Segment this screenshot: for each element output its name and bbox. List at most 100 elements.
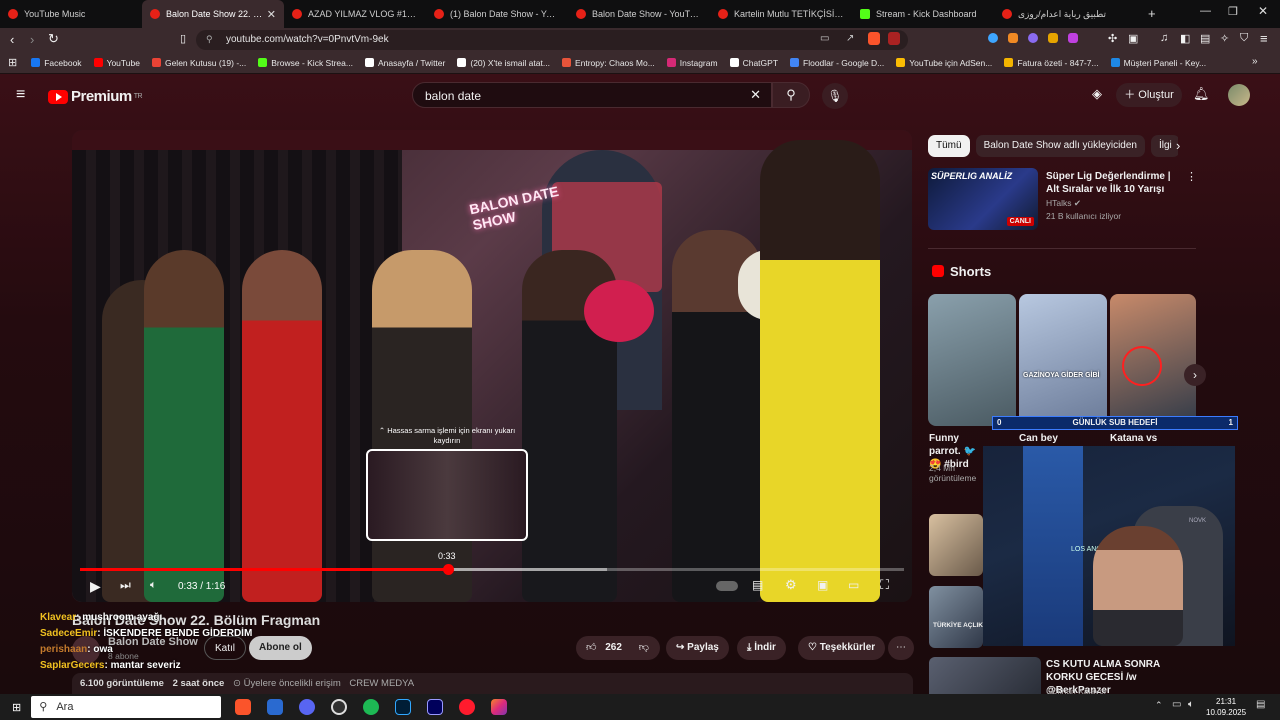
- bookmark-item[interactable]: (20) X'te ismail atat...: [457, 58, 550, 68]
- extensions-puzzle-icon[interactable]: ✣: [1108, 32, 1117, 45]
- share-button[interactable]: ↪ Paylaş: [666, 636, 729, 660]
- menu-icon[interactable]: ≡: [1260, 31, 1268, 46]
- short-title-2[interactable]: Can bey: [1019, 432, 1058, 445]
- maximize-button[interactable]: ❐: [1228, 5, 1238, 18]
- short-thumbnail-3[interactable]: [1110, 294, 1196, 426]
- autoplay-toggle[interactable]: [716, 581, 738, 591]
- opera-app-icon[interactable]: [459, 699, 476, 715]
- bookmark-item[interactable]: Facebook: [31, 58, 82, 68]
- voice-search-button[interactable]: 🎙: [822, 83, 848, 109]
- volume-tray-icon[interactable]: 🔈︎: [1188, 699, 1194, 710]
- side-channel[interactable]: HTalks ✔︎: [1046, 198, 1081, 209]
- leo-icon[interactable]: ✧: [1220, 32, 1229, 45]
- search-button[interactable]: ⚲: [772, 82, 810, 108]
- bookmark-item[interactable]: Instagram: [666, 58, 718, 68]
- side-thumbnail[interactable]: [929, 657, 1041, 694]
- miniplayer-icon[interactable]: ▣: [817, 578, 828, 592]
- bookmark-icon[interactable]: ▯: [180, 32, 186, 45]
- music-icon[interactable]: ♫: [1160, 32, 1168, 44]
- discord-app-icon[interactable]: [299, 699, 316, 715]
- bookmark-item[interactable]: ChatGPT: [729, 58, 778, 68]
- notifications-bell-icon[interactable]: 🔔︎: [1193, 86, 1210, 102]
- extension-icon[interactable]: [1048, 33, 1058, 43]
- short-thumbnail-2[interactable]: GAZİNOYA GİDER GİBİ: [1019, 294, 1107, 426]
- browser-tab[interactable]: YouTube Music: [0, 0, 142, 28]
- side-thumbnail[interactable]: TÜRKİYE AÇLIK: [929, 586, 983, 648]
- more-bookmarks-icon[interactable]: »: [1252, 56, 1258, 67]
- share-url-icon[interactable]: ↗: [846, 33, 854, 44]
- browser-tab[interactable]: AZAD YILMAZ VLOG #1 - YouT: [284, 0, 426, 28]
- brave-app-icon[interactable]: [235, 699, 252, 715]
- bookmark-item[interactable]: Anasayfa / Twitter: [364, 58, 445, 68]
- close-window-button[interactable]: ✕: [1258, 4, 1268, 18]
- filter-chip[interactable]: Balon Date Show adlı yükleyiciden: [975, 135, 1145, 157]
- extension-icon[interactable]: [1028, 33, 1038, 43]
- wallet-icon[interactable]: ▤: [1200, 32, 1210, 45]
- filter-chip[interactable]: Tümü: [928, 135, 970, 157]
- notification-center-icon[interactable]: ▤: [1256, 699, 1265, 710]
- search-input[interactable]: balon date ✕: [412, 82, 772, 108]
- hashtag[interactable]: CREW MEDYA: [349, 678, 414, 689]
- filter-chip[interactable]: İlgi: [1151, 135, 1178, 157]
- photoshop-app-icon[interactable]: [395, 699, 412, 715]
- bookmark-item[interactable]: Gelen Kutusu (19) -...: [151, 58, 246, 68]
- chips-next-icon[interactable]: ›: [1176, 138, 1180, 153]
- bookmark-item[interactable]: Müşteri Paneli - Key...: [1110, 58, 1206, 68]
- fullscreen-icon[interactable]: ⛶: [880, 577, 889, 593]
- apps-grid-icon[interactable]: ⊞: [8, 56, 17, 69]
- subtitles-icon[interactable]: ▤: [752, 578, 763, 592]
- reload-icon[interactable]: ↻: [48, 31, 59, 47]
- thanks-button[interactable]: ♡ Teşekkürler: [798, 636, 886, 660]
- site-info-icon[interactable]: ⚲: [206, 34, 213, 45]
- screenshot-icon[interactable]: ▣: [1128, 32, 1138, 45]
- like-icon[interactable]: 👍︎: [586, 642, 596, 653]
- bookmark-item[interactable]: Floodlar - Google D...: [790, 58, 884, 68]
- settings-gear-icon[interactable]: ⚙: [785, 577, 797, 593]
- forward-icon[interactable]: ›: [30, 32, 34, 47]
- taskbar-search[interactable]: ⚲ Ara: [31, 696, 222, 718]
- url-field[interactable]: ⚲ youtube.com/watch?v=0PnvtVm-9ek ▭ ↗: [196, 30, 908, 50]
- more-actions-button[interactable]: ⋯: [888, 636, 914, 660]
- browser-tab[interactable]: Stream - Kick Dashboard: [852, 0, 994, 28]
- short-thumbnail-1[interactable]: [928, 294, 1016, 426]
- new-tab-button[interactable]: +: [1148, 6, 1156, 21]
- hamburger-menu-icon[interactable]: ≡: [16, 86, 25, 104]
- browser-tab[interactable]: تطبيق رباية اعدام/روزى: [994, 0, 1136, 28]
- sidebar-icon[interactable]: ◧: [1180, 32, 1190, 45]
- browser-tab[interactable]: Balon Date Show 22. Bölüm✕: [142, 0, 284, 28]
- minimize-button[interactable]: —: [1200, 5, 1211, 17]
- cast-icon[interactable]: ▭: [820, 33, 829, 44]
- app-icon[interactable]: [267, 699, 284, 715]
- cast-icon[interactable]: ◈: [1092, 86, 1102, 102]
- dislike-icon[interactable]: 👎︎: [639, 642, 649, 653]
- shorts-next-button[interactable]: ›: [1184, 364, 1206, 386]
- extension-icon[interactable]: [1008, 33, 1018, 43]
- clock[interactable]: 21:31 10.09.2025: [1206, 696, 1246, 718]
- youtube-logo[interactable]: Premium TR: [48, 88, 143, 105]
- spotify-app-icon[interactable]: [363, 699, 380, 715]
- browser-tab[interactable]: Balon Date Show - YouTube: [568, 0, 710, 28]
- browser-tab[interactable]: (1) Balon Date Show - YouTube: [426, 0, 568, 28]
- side-more-icon[interactable]: ⋮: [1186, 170, 1197, 183]
- create-button[interactable]: ＋ Oluştur: [1116, 83, 1182, 107]
- premiere-app-icon[interactable]: [427, 699, 444, 715]
- clear-search-icon[interactable]: ✕: [750, 87, 761, 103]
- volume-icon[interactable]: 🔈︎: [150, 579, 157, 592]
- live-thumbnail[interactable]: SÜPERLIG ANALİZ CANLI: [928, 168, 1038, 230]
- extension-icon[interactable]: [1068, 33, 1078, 43]
- back-icon[interactable]: ‹: [10, 32, 14, 47]
- progress-bar[interactable]: [80, 564, 904, 575]
- bookmark-item[interactable]: YouTube: [93, 58, 140, 68]
- theater-mode-icon[interactable]: ▭: [848, 578, 859, 592]
- side-thumbnail[interactable]: [929, 514, 983, 576]
- description-box[interactable]: 6.100 görüntüleme 2 saat önce ⊙ Üyelere …: [72, 673, 913, 694]
- short-title-3[interactable]: Katana vs: [1110, 432, 1157, 445]
- bookmark-item[interactable]: YouTube için AdSen...: [896, 58, 992, 68]
- brave-rewards-icon[interactable]: [888, 32, 900, 45]
- vpn-icon[interactable]: ⛉: [1240, 32, 1248, 45]
- next-icon[interactable]: ⏭: [120, 578, 131, 593]
- download-button[interactable]: ⤓ İndir: [737, 636, 786, 660]
- browser-tab[interactable]: Kartelin Mutlu TETİKÇİSİ - Jose: [710, 0, 852, 28]
- network-icon[interactable]: ▭: [1172, 699, 1181, 710]
- bookmark-item[interactable]: Entropy: Chaos Mo...: [561, 58, 655, 68]
